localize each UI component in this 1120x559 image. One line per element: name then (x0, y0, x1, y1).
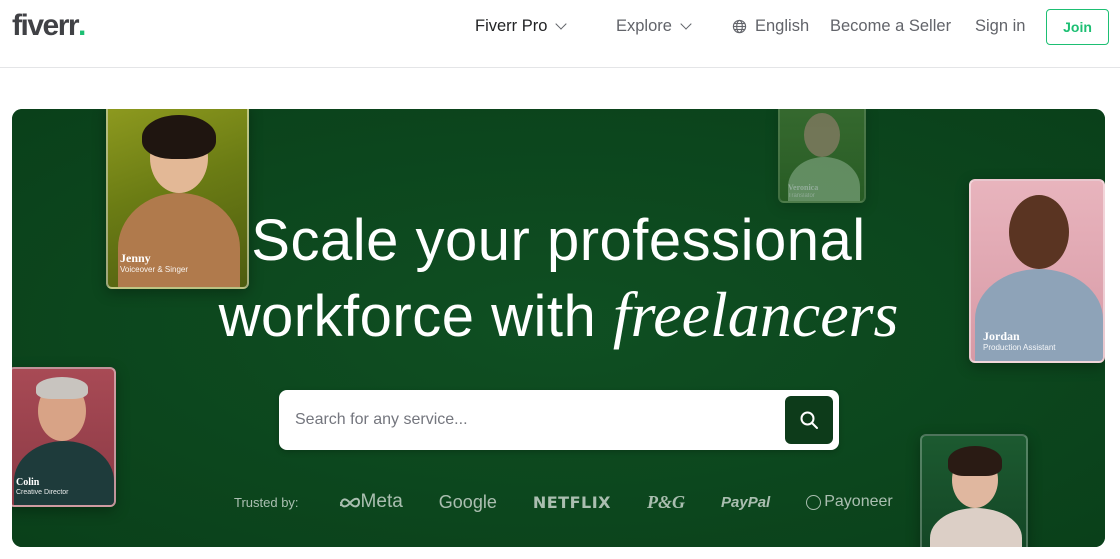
nav-language[interactable]: English (732, 0, 809, 52)
payoneer-logo-text: Payoneer (824, 493, 893, 510)
search-input[interactable] (279, 392, 785, 448)
hero-headline-line2: workforce with freelancers (12, 278, 1105, 354)
hero-headline-italic: freelancers (612, 279, 899, 350)
portrait-body (930, 508, 1022, 547)
netflix-logo: NETFLIX (532, 492, 611, 512)
nav-explore[interactable]: Explore (616, 0, 692, 52)
portrait-hair (142, 115, 216, 159)
google-logo: Google (438, 491, 497, 512)
freelancer-name: Veronica (788, 183, 819, 192)
meta-logo-text: Meta (360, 491, 403, 512)
meta-logo: Meta (339, 491, 403, 513)
search-icon (800, 411, 818, 429)
top-header: fiverr. Fiverr Pro Explore English Becom… (0, 0, 1120, 68)
globe-icon (732, 19, 747, 33)
nav-language-label: English (755, 16, 810, 35)
search-bar (279, 390, 839, 450)
freelancer-role: Translator (788, 193, 815, 199)
freelancer-name: Colin (16, 477, 40, 488)
hero-headline: Scale your professional workforce with f… (12, 204, 1105, 354)
payoneer-logo: Payoneer (806, 493, 893, 511)
pg-logo: P&G (647, 491, 685, 512)
nav-fiverr-pro-label: Fiverr Pro (475, 16, 548, 35)
nav-become-seller[interactable]: Become a Seller (830, 0, 951, 52)
chevron-down-icon (555, 17, 568, 30)
join-button[interactable]: Join (1046, 9, 1109, 45)
freelancer-card-colin: Colin Creative Director (12, 367, 116, 507)
paypal-logo: PayPal (721, 493, 771, 511)
hero-headline-line1: Scale your professional (251, 208, 866, 273)
nav-explore-label: Explore (616, 16, 672, 35)
freelancer-card-veronica: Veronica Translator (778, 109, 866, 203)
logo-dot: . (78, 9, 87, 42)
nav-sign-in[interactable]: Sign in (975, 0, 1025, 52)
payoneer-ring-icon (806, 494, 822, 510)
logo-text: fiverr (12, 9, 80, 42)
search-button[interactable] (785, 396, 833, 444)
nav-sign-in-label: Sign in (975, 16, 1026, 35)
meta-icon (339, 497, 360, 508)
fiverr-logo[interactable]: fiverr. (12, 9, 86, 43)
freelancer-card-bottom-right (920, 434, 1028, 547)
hero-banner: Jenny Voiceover & Singer Veronica Transl… (12, 109, 1105, 547)
hero-headline-line2-plain: workforce with (218, 284, 613, 349)
portrait-body (14, 441, 114, 505)
portrait-hair (36, 377, 88, 399)
nav-become-seller-label: Become a Seller (830, 16, 952, 35)
portrait-hair (948, 446, 1002, 476)
chevron-down-icon (680, 17, 692, 30)
trusted-by-label: Trusted by: (234, 494, 299, 510)
freelancer-role: Creative Director (16, 489, 69, 496)
trusted-by-row: Trusted by: Meta Google NETFLIX P&G PayP… (234, 487, 929, 517)
nav-fiverr-pro[interactable]: Fiverr Pro (475, 0, 568, 52)
portrait-head (804, 113, 840, 157)
